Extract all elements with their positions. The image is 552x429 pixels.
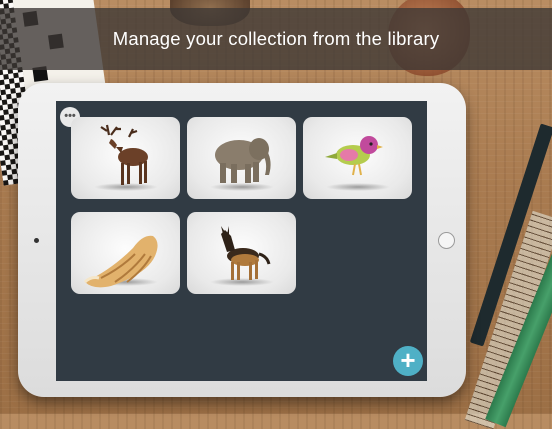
- library-item-elephant[interactable]: [187, 117, 296, 199]
- banner-title: Manage your collection from the library: [112, 28, 440, 49]
- seashell-icon: [83, 235, 158, 288]
- library-item-bird[interactable]: [303, 117, 412, 199]
- front-camera: [34, 238, 39, 243]
- elephant-icon: [215, 138, 271, 183]
- bird-icon: [325, 136, 383, 176]
- library-item-dog[interactable]: [187, 212, 296, 294]
- library-item-seashell[interactable]: [71, 212, 180, 294]
- caption-banner: Manage your collection from the library: [0, 8, 552, 70]
- add-item-button[interactable]: +: [393, 346, 423, 376]
- library-item-deer[interactable]: [71, 117, 180, 199]
- home-button[interactable]: [438, 232, 455, 249]
- deer-icon: [100, 124, 148, 185]
- dog-icon: [221, 226, 271, 280]
